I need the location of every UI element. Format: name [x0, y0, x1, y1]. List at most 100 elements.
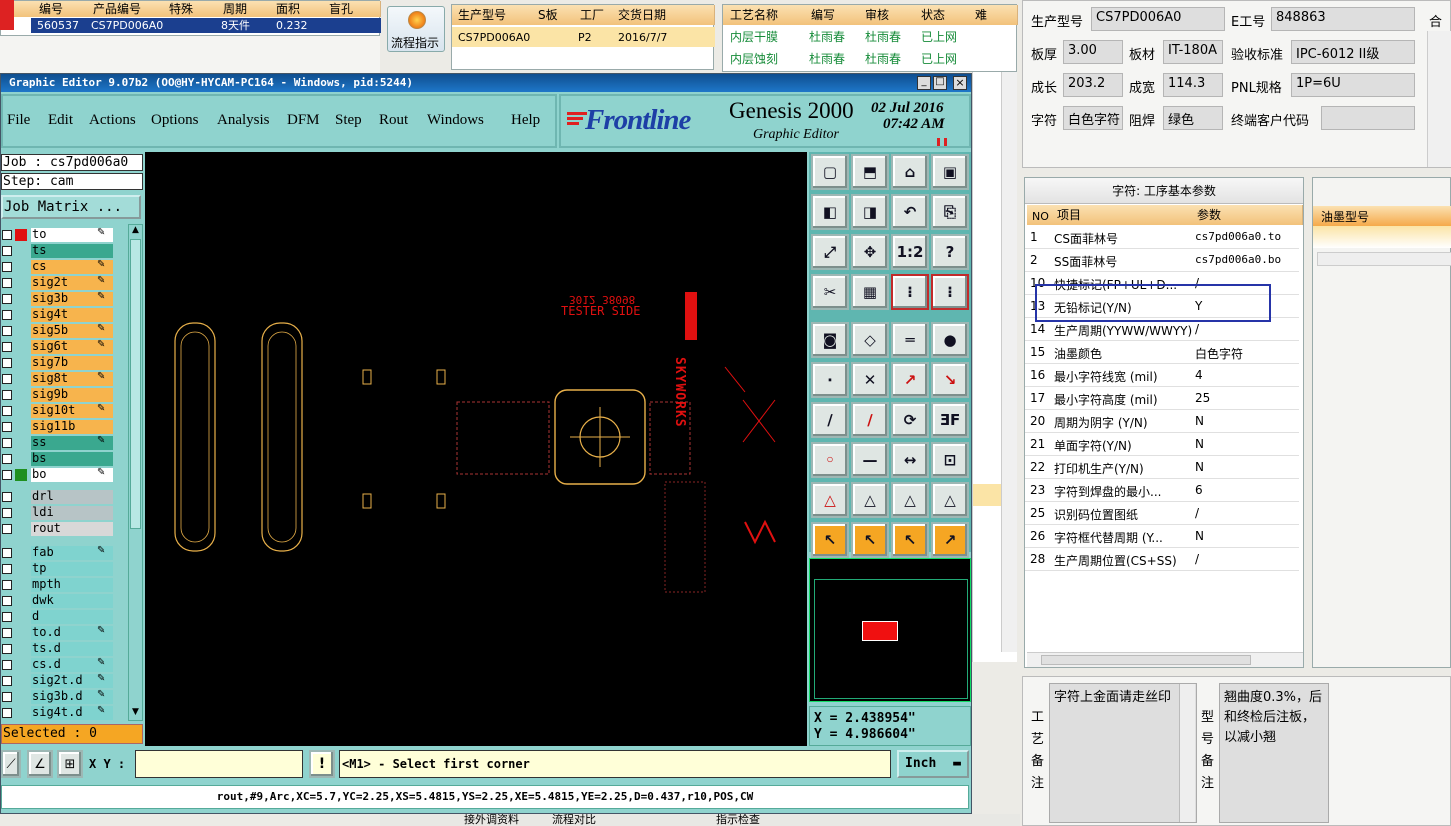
width-field[interactable]: 114.3 [1163, 73, 1223, 97]
layer-checkbox[interactable] [2, 692, 12, 702]
pan-left-button[interactable]: ◧ [811, 194, 849, 230]
layer-row[interactable]: tp [1, 561, 127, 576]
header-cell[interactable]: 产品编号 [93, 2, 141, 17]
line-button[interactable]: ∕ [811, 402, 849, 438]
scale-button[interactable]: 1:2 [891, 234, 929, 270]
menu-item-rout[interactable]: Rout [379, 112, 408, 129]
menu-item-step[interactable]: Step [335, 112, 362, 129]
home-zoom-button[interactable]: ▢ [811, 154, 849, 190]
header-cell[interactable]: 难 [975, 8, 987, 23]
layer-row[interactable]: cs.d ✎ [1, 657, 127, 672]
menu-item-help[interactable]: Help [511, 112, 540, 129]
menu-item-edit[interactable]: Edit [48, 112, 73, 129]
layer-checkbox[interactable] [2, 358, 12, 368]
layer-checkbox[interactable] [2, 470, 12, 480]
cursor-node-button[interactable]: ↗ [931, 522, 969, 558]
layer-checkbox[interactable] [2, 246, 12, 256]
header-cell[interactable]: 交货日期 [618, 8, 666, 23]
layer-checkbox[interactable] [2, 310, 12, 320]
layer-row[interactable]: bs [1, 451, 127, 466]
node-button[interactable]: ∙ [811, 362, 849, 398]
layer-checkbox[interactable] [2, 342, 12, 352]
editor-title-bar[interactable]: Graphic Editor 9.07b2 (OO@HY-HYCAM-PC164… [1, 74, 971, 92]
header-cell[interactable]: 盲孔 [329, 2, 353, 17]
undo-button[interactable]: ↶ [891, 194, 929, 230]
header-cell[interactable]: 状态 [921, 8, 945, 23]
cursor-box-button[interactable]: ↖ [851, 522, 889, 558]
ink-type-header[interactable]: 油墨型号 [1321, 208, 1369, 225]
header-cell[interactable]: 编写 [811, 8, 835, 23]
layer-row[interactable]: to ✎ [1, 227, 127, 242]
table-row[interactable]: 17 最小字符高度 (mil) 25 [1025, 387, 1299, 410]
length-field[interactable]: 203.2 [1063, 73, 1123, 97]
layer-checkbox[interactable] [2, 708, 12, 718]
process-notes-text[interactable]: 字符上金面请走丝印 [1049, 683, 1197, 823]
layer-checkbox[interactable] [2, 612, 12, 622]
house-button[interactable]: ⌂ [891, 154, 929, 190]
layer-checkbox[interactable] [2, 230, 12, 240]
grid-button[interactable]: ▦ [851, 274, 889, 310]
table-row[interactable]: 26 字符框代替周期 (Y... N [1025, 525, 1299, 548]
table-row[interactable]: 21 单面字符(Y/N) N [1025, 433, 1299, 456]
zoom-center-button[interactable]: ✥ [851, 234, 889, 270]
table-row[interactable]: 15 油墨颜色 白色字符 [1025, 341, 1299, 364]
help-button[interactable]: ? [931, 234, 969, 270]
minimize-button[interactable]: _ [917, 76, 931, 90]
layer-row[interactable]: sig2t.d ✎ [1, 673, 127, 688]
tab-indicator-check[interactable]: 指示检查 [716, 814, 760, 826]
header-cell[interactable]: 周期 [223, 2, 247, 17]
layer-checkbox[interactable] [2, 454, 12, 464]
layer-row[interactable]: sig8t ✎ [1, 371, 127, 386]
layer-checkbox[interactable] [2, 660, 12, 670]
table-row[interactable]: 28 生产周期位置(CS+SS) / [1025, 548, 1299, 571]
cursor-button[interactable]: ↖ [811, 522, 849, 558]
header-cell[interactable]: 审核 [865, 8, 889, 23]
vertical-scrollbar[interactable] [1427, 31, 1451, 167]
table-row[interactable]: 560537 CS7PD006A0 8天件 0.232 [31, 18, 381, 33]
header-cell[interactable]: 特殊 [169, 2, 193, 17]
layer-row[interactable]: sig11b [1, 419, 127, 434]
layer-checkbox[interactable] [2, 508, 12, 518]
snap-button[interactable]: ✂ [811, 274, 849, 310]
layer-row[interactable]: sig6t ✎ [1, 339, 127, 354]
select-poly-button[interactable]: ◇ [851, 322, 889, 358]
layer-row[interactable]: cs ✎ [1, 259, 127, 274]
layer-checkbox[interactable] [2, 524, 12, 534]
cursor-cross-button[interactable]: ↖ [891, 522, 929, 558]
layer-b-button[interactable]: ⁝ [931, 274, 969, 310]
pad-button[interactable]: ● [931, 322, 969, 358]
layer-row[interactable]: mpth [1, 577, 127, 592]
layer-checkbox[interactable] [2, 580, 12, 590]
e-number-field[interactable]: 848863 [1271, 7, 1415, 31]
layer-row[interactable]: rout [1, 521, 127, 536]
layer-checkbox[interactable] [2, 422, 12, 432]
xy-input[interactable] [135, 750, 303, 778]
table-row[interactable]: 内层蚀刻 杜雨春 杜雨春 已上网 [723, 49, 1018, 69]
ruler-button[interactable]: ═ [891, 322, 929, 358]
layer-row[interactable]: drl [1, 489, 127, 504]
layer-checkbox[interactable] [2, 644, 12, 654]
header-cell[interactable]: S板 [538, 8, 558, 23]
layer-row[interactable]: to.d ✎ [1, 625, 127, 640]
mask-field[interactable]: 绿色 [1163, 106, 1223, 130]
table-row[interactable]: 25 识别码位置图纸 / [1025, 502, 1299, 525]
cross-button[interactable]: ✕ [851, 362, 889, 398]
layer-checkbox[interactable] [2, 438, 12, 448]
layer-row[interactable]: sig7b [1, 355, 127, 370]
angle-tool-button[interactable]: ∠ [27, 750, 53, 778]
layer-checkbox[interactable] [2, 492, 12, 502]
layer-row[interactable]: ss ✎ [1, 435, 127, 450]
layer-checkbox[interactable] [2, 390, 12, 400]
close-button[interactable]: × [953, 76, 967, 90]
minus-button[interactable]: — [851, 442, 889, 478]
point-button[interactable]: ↘ [931, 362, 969, 398]
zoom-window-button[interactable]: ⬒ [851, 154, 889, 190]
layer-row[interactable]: sig9b [1, 387, 127, 402]
vertical-scrollbar[interactable] [1001, 72, 1017, 652]
header-cell[interactable]: 工艺名称 [730, 8, 778, 23]
triangle-c-button[interactable]: △ [891, 482, 929, 518]
header-cell[interactable]: 面积 [276, 2, 300, 17]
flow-indicator-button[interactable]: 流程指示 [387, 6, 445, 52]
table-row[interactable]: 16 最小字符线宽 (mil) 4 [1025, 364, 1299, 387]
measure-tool-button[interactable]: ⟋ [1, 750, 21, 778]
